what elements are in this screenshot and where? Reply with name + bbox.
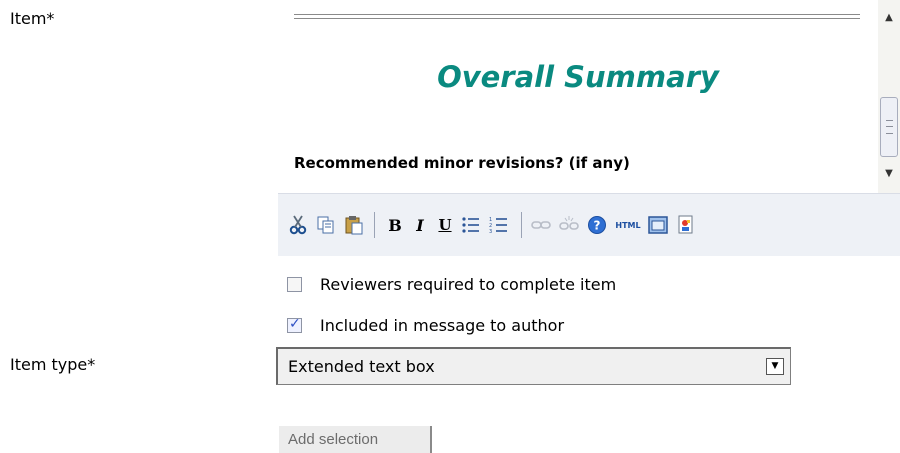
html-source-button[interactable]: HTML	[614, 214, 642, 236]
editor-vertical-scrollbar[interactable]: ▲ ▼	[878, 0, 900, 193]
unlink-icon[interactable]	[558, 214, 580, 236]
item-type-select[interactable]: Extended text box ▼	[276, 347, 791, 385]
help-icon[interactable]: ?	[586, 214, 608, 236]
bullet-list-icon[interactable]	[460, 214, 482, 236]
editor-title-text: Overall Summary	[437, 60, 719, 94]
reviewers-required-checkbox[interactable]	[287, 277, 302, 292]
included-in-message-checkbox[interactable]	[287, 316, 302, 333]
italic-button[interactable]: I	[409, 214, 431, 236]
item-type-label: Item type*	[10, 355, 96, 374]
reviewers-required-row: Reviewers required to complete item	[287, 275, 616, 294]
editor-toolbar: B I U 1 2 3 ? HTML	[278, 193, 900, 256]
bold-button[interactable]: B	[384, 214, 406, 236]
svg-text:3: 3	[489, 229, 492, 234]
cut-icon[interactable]	[287, 214, 309, 236]
scroll-down-icon[interactable]: ▼	[878, 164, 900, 184]
image-icon[interactable]	[675, 214, 697, 236]
scroll-thumb[interactable]	[880, 97, 898, 157]
editor-question-text: Recommended minor revisions? (if any)	[294, 154, 630, 172]
scroll-up-icon[interactable]: ▲	[878, 8, 900, 28]
rich-text-editor: Overall Summary Recommended minor revisi…	[277, 0, 900, 258]
table-icon[interactable]	[647, 214, 669, 236]
item-label: Item*	[10, 9, 55, 28]
underline-button[interactable]: U	[434, 214, 456, 236]
chevron-down-icon[interactable]: ▼	[766, 358, 784, 375]
add-selection-button[interactable]: Add selection	[279, 426, 432, 453]
horizontal-rule	[294, 14, 860, 19]
included-in-message-row: Included in message to author	[287, 316, 564, 335]
numbered-list-icon[interactable]: 1 2 3	[488, 214, 510, 236]
reviewers-required-label: Reviewers required to complete item	[320, 275, 617, 294]
paste-icon[interactable]	[343, 214, 365, 236]
copy-icon[interactable]	[315, 214, 337, 236]
editor-content-area[interactable]: Overall Summary Recommended minor revisi…	[278, 0, 878, 193]
link-icon[interactable]	[530, 214, 552, 236]
item-type-selected-value: Extended text box	[288, 357, 435, 376]
svg-text:?: ?	[594, 219, 601, 233]
included-in-message-label: Included in message to author	[320, 316, 565, 335]
